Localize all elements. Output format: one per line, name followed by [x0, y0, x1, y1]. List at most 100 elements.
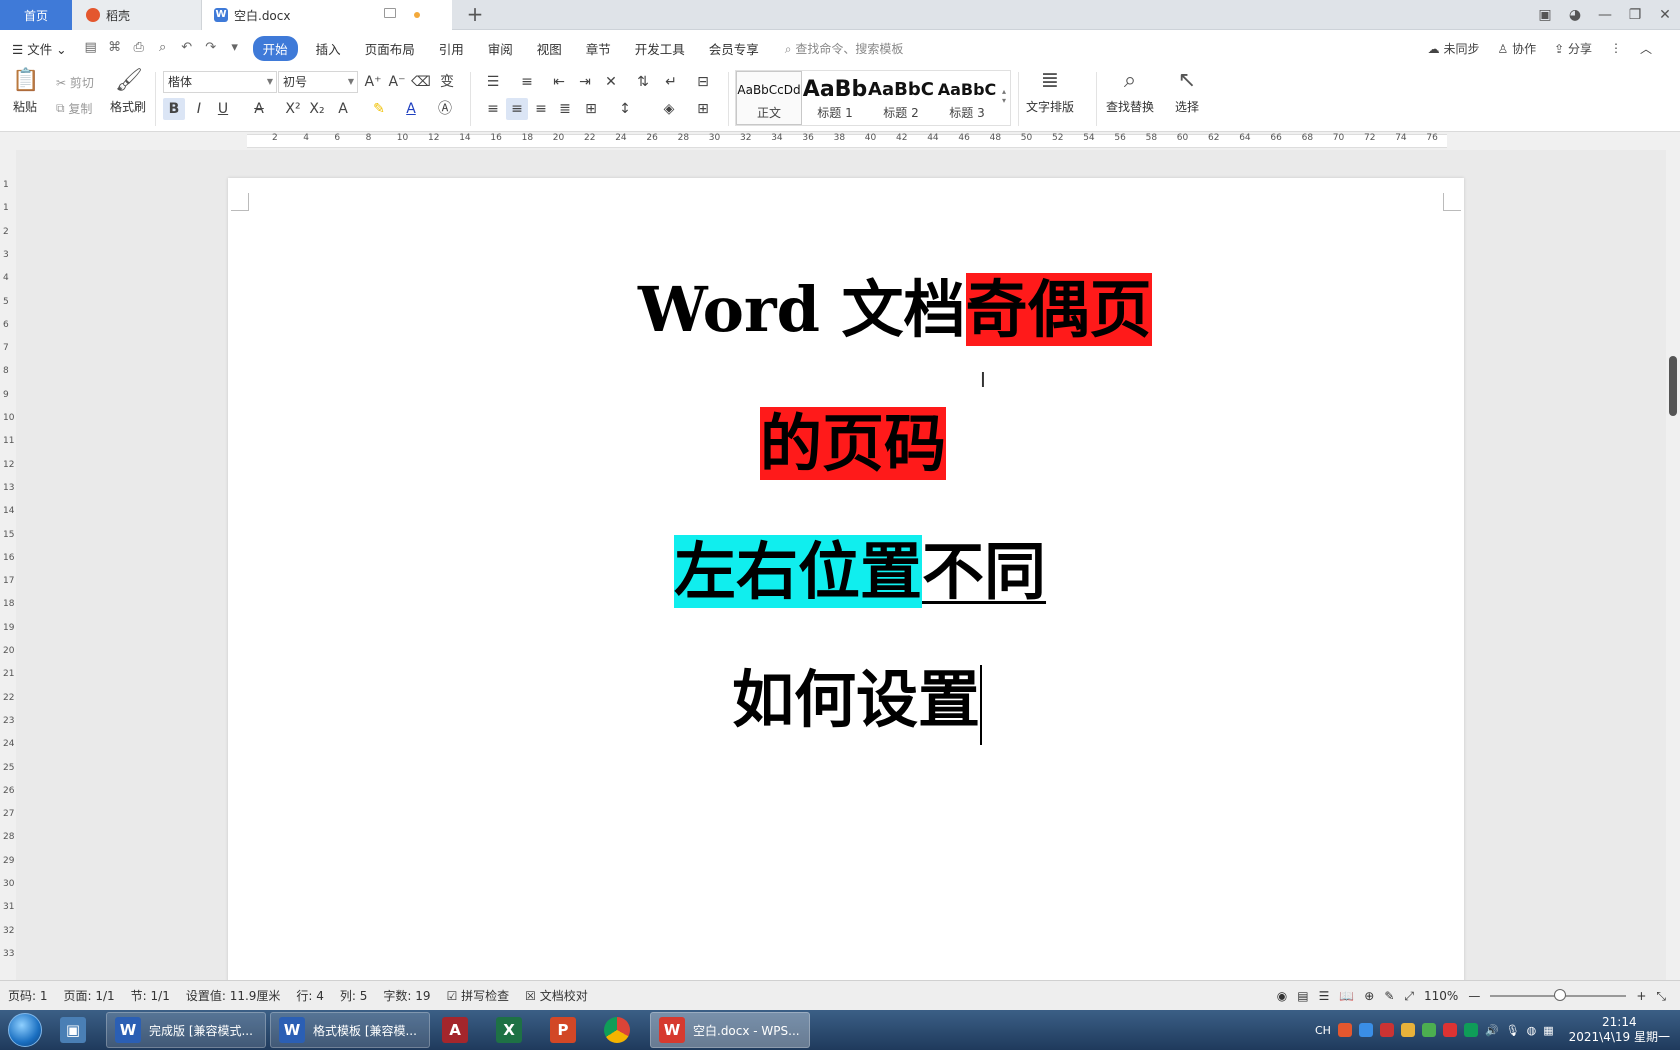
menu-developer[interactable]: 开发工具	[623, 39, 697, 58]
increase-indent-icon[interactable]: ⇥	[574, 71, 596, 93]
zoom-slider-knob[interactable]	[1554, 989, 1567, 1001]
share-button[interactable]: ⇪ 分享	[1554, 40, 1592, 57]
find-replace-button[interactable]: ⌕ 查找替换	[1106, 68, 1154, 115]
taskbar-powerpoint[interactable]: P	[542, 1012, 592, 1048]
shield-icon[interactable]	[1358, 1023, 1373, 1037]
taskbar-wps-active[interactable]: W 空白.docx - WPS...	[650, 1012, 810, 1048]
copy-button[interactable]: ⧉ 复制	[56, 100, 92, 117]
vertical-ruler[interactable]: 1 1 2 3 4 5 6 7 8 9 10 11 12 13 14 15 16 17 18 19 20 21 22 23 24…	[0, 150, 16, 980]
taskbar-access[interactable]: A	[434, 1012, 484, 1048]
grow-font-icon[interactable]: A⁺	[362, 71, 384, 93]
style-normal[interactable]: AaBbCcDd 正文	[736, 71, 802, 125]
tab-home[interactable]: 首页	[0, 0, 72, 30]
scrollbar-thumb[interactable]	[1669, 356, 1677, 416]
shrink-font-icon[interactable]: A⁻	[386, 71, 408, 93]
bold-icon[interactable]: B	[163, 98, 185, 120]
zoom-level[interactable]: 110%	[1424, 989, 1458, 1003]
restore-icon[interactable]: ❐	[1620, 7, 1650, 23]
font-color-icon[interactable]: A	[400, 98, 422, 120]
collapse-ribbon-icon[interactable]: ︿	[1640, 40, 1652, 57]
mic-icon[interactable]: 🎙	[1506, 1024, 1520, 1037]
status-page-number[interactable]: 页码: 1	[0, 987, 56, 1004]
reading-view-icon[interactable]: 📖	[1339, 989, 1354, 1003]
status-position[interactable]: 设置值: 11.9厘米	[178, 987, 289, 1004]
clock[interactable]: 21:14 2021\4\19 星期一	[1569, 1015, 1670, 1045]
status-word-count[interactable]: 字数: 19	[375, 987, 438, 1004]
paragraph-mark-icon[interactable]: ↵	[660, 71, 682, 93]
proofread-button[interactable]: ☒ 文档校对	[517, 987, 596, 1004]
web-view-icon[interactable]: ⊕	[1364, 989, 1374, 1003]
menu-insert[interactable]: 插入	[304, 39, 353, 58]
style-heading-2[interactable]: AaBbC 标题 2	[868, 71, 934, 125]
vertical-scrollbar[interactable]	[1666, 150, 1680, 980]
taskbar-word-1[interactable]: W 完成版 [兼容模式...	[106, 1012, 266, 1048]
spell-check-button[interactable]: ☑ 拼写检查	[439, 987, 518, 1004]
clear-format-icon[interactable]: ⌫	[410, 71, 432, 93]
phonetic-icon[interactable]: 变	[436, 71, 458, 93]
new-tab-button[interactable]: +	[460, 0, 490, 30]
doc-line-3[interactable]: 左右位置不同	[674, 528, 1046, 616]
fit-page-icon[interactable]: ⤢	[1404, 989, 1414, 1004]
doc-line-2[interactable]: 的页码	[760, 400, 947, 488]
justify-icon[interactable]: ≣	[554, 98, 576, 120]
avatar[interactable]: ◕	[1560, 7, 1590, 23]
zoom-in-icon[interactable]: +	[1636, 989, 1646, 1003]
start-button[interactable]	[0, 1010, 50, 1050]
sort-icon[interactable]: ⇅	[632, 71, 654, 93]
taskbar-excel[interactable]: X	[488, 1012, 538, 1048]
font-name-select[interactable]: 楷体 ▼	[163, 71, 277, 93]
status-row[interactable]: 行: 4	[288, 987, 332, 1004]
taskbar-chrome[interactable]	[596, 1012, 646, 1048]
minimize-icon[interactable]: —	[1590, 7, 1620, 23]
qq-icon[interactable]: ◍	[1527, 1024, 1537, 1037]
status-col[interactable]: 列: 5	[332, 987, 376, 1004]
chinese-layout-icon[interactable]: ✕	[600, 71, 622, 93]
underline-icon[interactable]: U	[212, 98, 234, 120]
tab-document[interactable]: W 空白.docx	[202, 0, 452, 30]
select-button[interactable]: ↖ 选择	[1174, 68, 1200, 115]
taskbar-word-2[interactable]: W 格式模板 [兼容模...	[270, 1012, 430, 1048]
menu-review[interactable]: 审阅	[476, 39, 525, 58]
status-pages[interactable]: 页面: 1/1	[56, 987, 123, 1004]
doc-line-1[interactable]: Word 文档奇偶页	[638, 266, 1152, 354]
volume-icon[interactable]: 🔊	[1485, 1024, 1499, 1037]
taskbar-computer[interactable]: ▣	[52, 1012, 102, 1048]
collab-button[interactable]: ♙ 协作	[1497, 40, 1536, 57]
network-icon[interactable]: ▦	[1543, 1024, 1553, 1037]
align-center-icon[interactable]: ≡	[506, 98, 528, 120]
decrease-indent-icon[interactable]: ⇤	[548, 71, 570, 93]
align-right-icon[interactable]: ≡	[530, 98, 552, 120]
text-layout-button[interactable]: ≣ 文字排版	[1026, 68, 1074, 115]
weibo-icon[interactable]	[1442, 1023, 1457, 1037]
close-icon[interactable]: ✕	[1650, 7, 1680, 23]
line-spacing-icon[interactable]: ↕	[614, 98, 636, 120]
monitor-icon[interactable]	[384, 8, 396, 18]
folder-icon[interactable]	[1400, 1023, 1415, 1037]
strikethrough-icon[interactable]: A	[248, 98, 270, 120]
sync-button[interactable]: ☁ 未同步	[1428, 40, 1480, 57]
superscript-icon[interactable]: X²	[282, 98, 304, 120]
numbered-list-icon[interactable]: ≡	[516, 71, 538, 93]
horizontal-ruler[interactable]: 2 4 6 8 10 12 14 16 18 20 22 24 26 28 30 32 34 36 38 40 42 44…	[0, 132, 1680, 150]
fullscreen-icon[interactable]: ⤡	[1656, 989, 1666, 1004]
sogou-icon[interactable]	[1337, 1023, 1352, 1037]
menu-start[interactable]: 开始	[252, 35, 298, 61]
doc-line-4[interactable]: 如何设置	[732, 656, 983, 745]
save-icon[interactable]: ▤	[83, 40, 99, 56]
status-section[interactable]: 节: 1/1	[123, 987, 178, 1004]
page-view-icon[interactable]: ▤	[1297, 989, 1308, 1003]
menu-page-layout[interactable]: 页面布局	[353, 39, 427, 58]
zoom-out-icon[interactable]: —	[1468, 989, 1480, 1003]
borders-icon[interactable]: ⊞	[692, 98, 714, 120]
subscript-icon[interactable]: X₂	[306, 98, 328, 120]
distributed-icon[interactable]: ⊞	[580, 98, 602, 120]
bullet-list-icon[interactable]: ☰	[482, 71, 504, 93]
italic-icon[interactable]: I	[188, 98, 210, 120]
highlight-icon[interactable]: ✎	[368, 98, 390, 120]
writing-mode-icon[interactable]: ✎	[1384, 989, 1394, 1003]
font-size-select[interactable]: 初号 ▼	[278, 71, 358, 93]
outline-view-icon[interactable]: ☰	[1319, 989, 1330, 1003]
paste-button[interactable]: 📋 粘贴	[12, 68, 39, 115]
menu-member[interactable]: 会员专享	[697, 39, 771, 58]
text-effect-icon[interactable]: A	[332, 98, 354, 120]
